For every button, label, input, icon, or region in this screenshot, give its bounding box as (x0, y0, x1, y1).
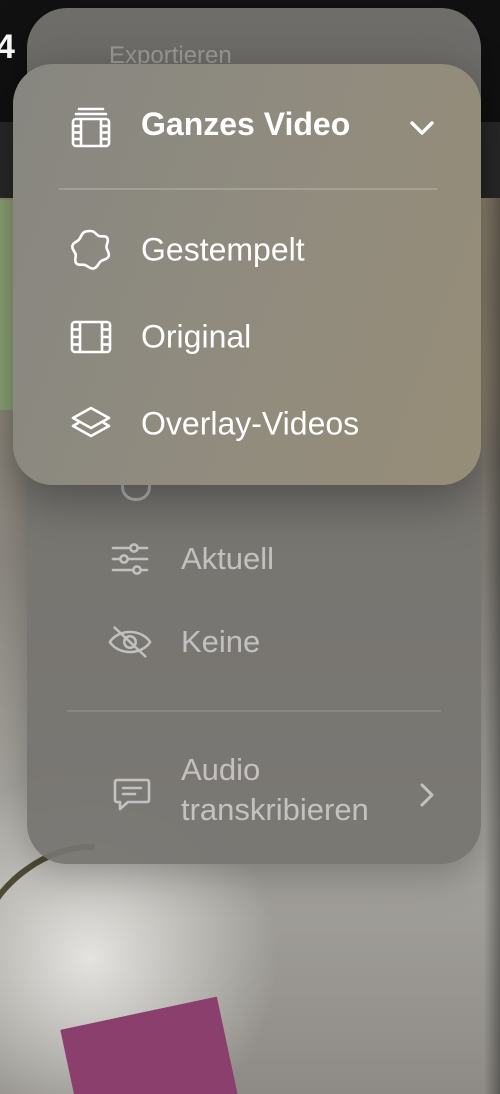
audio-label: Audio transkribieren (181, 750, 369, 830)
submenu-item-label: Overlay-Videos (141, 405, 360, 442)
video-edge-shadow (484, 198, 500, 1094)
menu-separator (67, 710, 441, 712)
submenu-title: Ganzes Video (141, 106, 351, 142)
submenu-separator (59, 188, 437, 190)
menu-item-label: Aktuell (181, 541, 275, 576)
film-icon (69, 315, 113, 359)
submenu-item-overlay-videos[interactable]: Overlay-Videos (13, 384, 481, 464)
speech-bubble-icon (109, 772, 155, 818)
submenu-item-original[interactable]: Original (13, 297, 481, 377)
video-submenu: Ganzes Video Gestempelt Original Overlay… (13, 64, 481, 485)
submenu-item-label: Gestempelt (141, 231, 305, 268)
layers-icon (69, 402, 113, 446)
submenu-header[interactable]: Ganzes Video (13, 64, 481, 188)
stacked-film-icon (69, 105, 113, 149)
eye-slash-icon (107, 619, 153, 665)
audio-label-line1: Audio (181, 752, 261, 787)
menu-item-keine[interactable]: Keine (27, 607, 481, 677)
sliders-icon (107, 536, 153, 582)
seal-icon (69, 228, 113, 272)
submenu-item-gestempelt[interactable]: Gestempelt (13, 210, 481, 290)
chevron-right-icon (412, 780, 442, 810)
menu-item-label: Keine (181, 624, 261, 659)
menu-item-aktuell[interactable]: Aktuell (27, 524, 481, 594)
audio-label-line2: transkribieren (181, 792, 369, 827)
menu-item-audio-transkribieren[interactable]: Audio transkribieren (27, 750, 481, 840)
submenu-item-label: Original (141, 318, 252, 355)
top-bar-glyph: 4 (0, 28, 15, 66)
chevron-down-icon[interactable] (406, 115, 438, 141)
